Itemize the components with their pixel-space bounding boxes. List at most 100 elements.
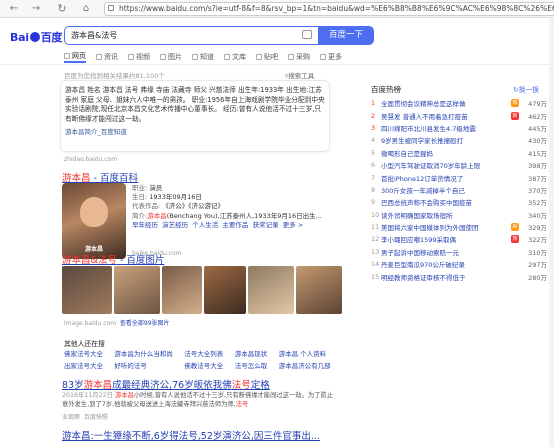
hot-list-item[interactable]: 9 巴西总统声称不会购买中国疫苗 352万: [371, 196, 547, 208]
related-link[interactable]: 游本昌为什么当和尚: [114, 348, 176, 358]
search-input[interactable]: 游本昌&法号: [64, 26, 318, 45]
refresh-hot-button[interactable]: ↻换一换: [513, 84, 539, 94]
snapshot-link[interactable]: 百度快照: [84, 414, 108, 421]
hot-list-item[interactable]: 15 明经教师资格证审核不得低于 280万: [371, 270, 547, 282]
hot-list-item[interactable]: 2 吴慧发 普通人不用着急打疫苗 新 462万: [371, 109, 547, 121]
address-bar[interactable]: https://www.baidu.com/s?ie=utf-8&f=8&rsv…: [104, 2, 554, 16]
hot-list-item[interactable]: 13 男子起诉中国移动索赔一元 310万: [371, 246, 547, 258]
tieba-icon: [256, 54, 262, 60]
hot-badge: 热: [511, 99, 519, 108]
zhidao-result-link[interactable]: 游本昌简介_百度知道: [65, 126, 325, 136]
tab-tieba[interactable]: 贴吧: [256, 51, 278, 63]
hot-rank: 6: [371, 161, 376, 170]
tab-wenku[interactable]: 文库: [224, 51, 246, 63]
wenku-icon: [224, 54, 230, 60]
zhidao-icon: [192, 54, 198, 60]
hot-rank: 2: [371, 111, 376, 120]
hot-list-item[interactable]: 6 小型汽车驾驶证取消70岁年龄上限 398万: [371, 159, 547, 171]
hot-item-text: 美国将六家中国媒体列为外国使团: [381, 224, 479, 233]
tab-caigou[interactable]: 采购: [288, 51, 310, 63]
related-title: 其他人还在搜: [64, 340, 105, 348]
tab-web[interactable]: 网页: [64, 51, 86, 63]
related-link[interactable]: 出家法号大全: [64, 360, 106, 370]
related-link[interactable]: 法号怎么取: [235, 360, 271, 370]
baike-portrait-image[interactable]: 游本昌: [62, 183, 126, 259]
hot-item-text: 全面贯彻会议精神总是这样做: [381, 100, 466, 109]
more-images-link[interactable]: 查看全部99张图片: [120, 320, 170, 327]
back-arrow-icon[interactable]: ←: [8, 3, 20, 15]
related-link[interactable]: 游本昌 个人资料: [279, 348, 334, 358]
hot-count: 387万: [528, 174, 547, 183]
hot-badge: 新: [511, 111, 519, 120]
related-link[interactable]: 游本昌济公有几部: [279, 360, 334, 370]
images-source: image.baidu.com 查看全部99张图片: [64, 320, 170, 327]
related-link[interactable]: 佛教法号大全: [184, 360, 226, 370]
news-snippet: 2016年11月22日 游本昌小时候,曾有人说他活不过十三岁,只有断佛缘才能闯过…: [62, 392, 334, 408]
hot-list-item[interactable]: 11 美国将六家中国媒体列为外国使团 新 329万: [371, 221, 547, 233]
hot-list-item[interactable]: 10 读外贸明确国家取场宿所 340万: [371, 209, 547, 221]
hot-count: 310万: [528, 248, 547, 257]
related-link[interactable]: 游本昌现状: [235, 348, 271, 358]
search-tools-button[interactable]: ▿搜索工具: [285, 70, 314, 80]
hot-count: 479万: [528, 100, 547, 109]
zhidao-result-card: 游本昌 姓名 游本昌 法号 弗缘 寺庙 法藏寺 师父 兴慈法师 出生年:1933…: [60, 80, 330, 152]
images-result-title[interactable]: 游本昌&法号 - 百度图片: [62, 252, 164, 266]
logo-text-right: 百度: [40, 31, 63, 44]
hot-list-item[interactable]: 12 李小璐回应嘲1599采取偶 热 322万: [371, 233, 547, 245]
hot-list-item[interactable]: 4 9岁男生被同学家长推撞殴打 430万: [371, 134, 547, 146]
hot-list-item[interactable]: 1 全面贯彻会议精神总是这样做 热 479万: [371, 97, 547, 109]
baike-link[interactable]: 更多 >: [283, 221, 304, 229]
home-icon[interactable]: ⌂: [80, 3, 92, 15]
camera-icon[interactable]: [302, 30, 312, 39]
related-grid: 佛家法号大全 游本昌为什么当和尚 法号大全列表 游本昌现状 游本昌 个人资料 出…: [64, 348, 334, 370]
baike-link[interactable]: 个人生活: [192, 221, 218, 229]
hot-list-item[interactable]: 8 300斤女孩一年减掉半个自己 370万: [371, 184, 547, 196]
hot-rank: 12: [371, 235, 380, 244]
last-result-title[interactable]: 游本昌:一生獐缘不断,6岁得法号,52岁演济公,因三件官事出...: [62, 428, 320, 442]
image-thumbnail[interactable]: [248, 266, 294, 314]
hot-badge: 热: [511, 235, 519, 244]
hot-rank: 14: [371, 260, 380, 269]
related-link[interactable]: 法号大全列表: [184, 348, 226, 358]
image-thumbnail[interactable]: [204, 266, 246, 314]
more-icon: [320, 54, 326, 60]
refresh-icon[interactable]: ↻: [56, 3, 68, 15]
baidu-logo[interactable]: Bai 百度: [10, 29, 62, 45]
baike-link[interactable]: 获奖记录: [253, 221, 279, 229]
scrollbar[interactable]: [549, 18, 554, 447]
baike-result-title[interactable]: 游本昌 - 百度百科: [62, 170, 138, 184]
baike-link[interactable]: 主要作品: [222, 221, 248, 229]
hot-item-text: 李小璐回应嘲1599采取偶: [381, 236, 457, 245]
hot-item-text: 男子起诉中国移动索赔一元: [381, 248, 459, 257]
hot-count: 329万: [528, 224, 547, 233]
image-icon: [160, 54, 166, 60]
forward-arrow-icon[interactable]: →: [30, 3, 42, 15]
tab-zhidao[interactable]: 知道: [192, 51, 214, 63]
news-result-title[interactable]: 83岁游本昌成最经典济公,76岁皈依我佛法号定格: [62, 377, 270, 391]
tab-news[interactable]: 资讯: [96, 51, 118, 63]
tab-video[interactable]: 视频: [128, 51, 150, 63]
result-count: 百度为您找到相关结果约81,100个: [64, 72, 165, 80]
hot-count: 297万: [528, 261, 547, 270]
search-button[interactable]: 百度一下: [318, 26, 374, 45]
related-link[interactable]: 佛家法号大全: [64, 348, 106, 358]
hot-count: 398万: [528, 162, 547, 171]
hot-list-item[interactable]: 14 丹麦巨型南瓜970公斤破纪录 297万: [371, 258, 547, 270]
image-thumbnail[interactable]: [162, 266, 202, 314]
header-divider: [0, 64, 554, 65]
baike-link[interactable]: 演艺经历: [162, 221, 188, 229]
tab-images[interactable]: 图片: [160, 51, 182, 63]
hot-list-item[interactable]: 5 微喝形自己是猩妈 415万: [371, 147, 547, 159]
hot-badge: 新: [511, 223, 519, 232]
hot-count: 462万: [528, 112, 547, 121]
image-thumbnail[interactable]: [114, 266, 160, 314]
baike-link[interactable]: 早年经历: [132, 221, 158, 229]
hot-count: 415万: [528, 149, 547, 158]
related-link[interactable]: 好听的法号: [114, 360, 176, 370]
hot-list-item[interactable]: 7 首批iPhone12订单货情况了 387万: [371, 171, 547, 183]
hot-list-item[interactable]: 3 四川绵阳市北川县发生4.7级地震 445万: [371, 122, 547, 134]
tab-more[interactable]: 更多: [320, 51, 342, 63]
image-thumbnail[interactable]: [62, 266, 112, 314]
image-thumbnail[interactable]: [296, 266, 342, 314]
baike-info: 职业: 演员 生日: 1933年09月16日 代表作品: 《济公》《济公游记》 …: [132, 184, 322, 229]
